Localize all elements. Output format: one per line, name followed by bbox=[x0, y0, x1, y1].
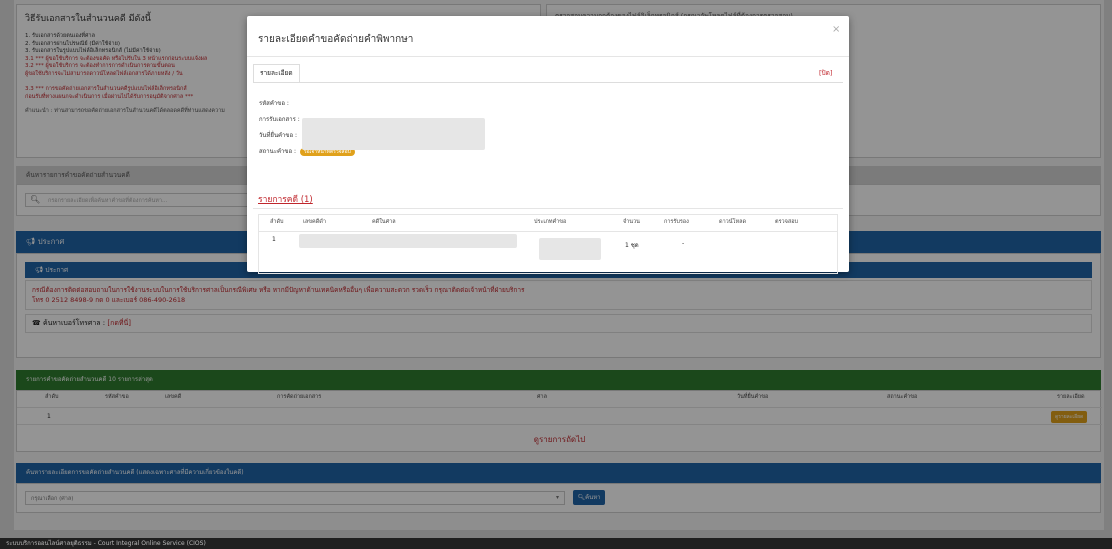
tab-divider bbox=[253, 82, 843, 83]
modal-close-link[interactable]: [ปิด] bbox=[819, 68, 832, 78]
case-col-black-no: เลขคดีดำ bbox=[303, 219, 326, 225]
case-table-head: ลำดับ เลขคดีดำ คดีในศาล ประเภทคำขอ จำนวน… bbox=[259, 218, 839, 230]
request-code-label: รหัสคำขอ : bbox=[259, 100, 289, 107]
case-row-index: 1 bbox=[272, 236, 276, 243]
tab-detail[interactable]: รายละเอียด bbox=[253, 64, 300, 82]
footer: ระบบบริการออนไลน์ศาลยุติธรรม - Court Int… bbox=[0, 538, 1112, 549]
case-list-title[interactable]: รายการคดี (1) bbox=[258, 192, 313, 206]
case-row-quantity: 1 ชุด bbox=[625, 242, 639, 249]
status-label: สถานะคำขอ : bbox=[259, 148, 297, 155]
modal-divider bbox=[247, 56, 849, 57]
request-detail-modal: รายละเอียดคำขอคัดถ่ายคำพิพากษา × รายละเอ… bbox=[247, 16, 849, 274]
redacted-block bbox=[302, 118, 485, 150]
redacted-case-number bbox=[299, 234, 517, 248]
case-row-certify: - bbox=[682, 240, 685, 247]
case-col-verify: ตรวจสอบ bbox=[775, 219, 798, 225]
case-col-certify: การรับรอง bbox=[664, 219, 689, 225]
modal-close-icon[interactable]: × bbox=[832, 24, 840, 35]
case-col-index: ลำดับ bbox=[270, 219, 284, 225]
case-col-quantity: จำนวน bbox=[623, 219, 640, 225]
receive-method-label: การรับเอกสาร : bbox=[259, 116, 300, 123]
redacted-request-type bbox=[539, 238, 601, 260]
case-col-download: ดาวน์โหลด bbox=[719, 219, 747, 225]
modal-title: รายละเอียดคำขอคัดถ่ายคำพิพากษา bbox=[258, 34, 414, 45]
submit-date-label: วันที่ยื่นคำขอ : bbox=[259, 132, 298, 139]
case-list-divider bbox=[253, 208, 843, 209]
case-col-court-case: คดีในศาล bbox=[372, 219, 396, 225]
case-col-request-type: ประเภทคำขอ bbox=[534, 219, 567, 225]
table-row: 1 1 ชุด - bbox=[259, 231, 837, 274]
case-table: ลำดับ เลขคดีดำ คดีในศาล ประเภทคำขอ จำนวน… bbox=[258, 214, 838, 274]
